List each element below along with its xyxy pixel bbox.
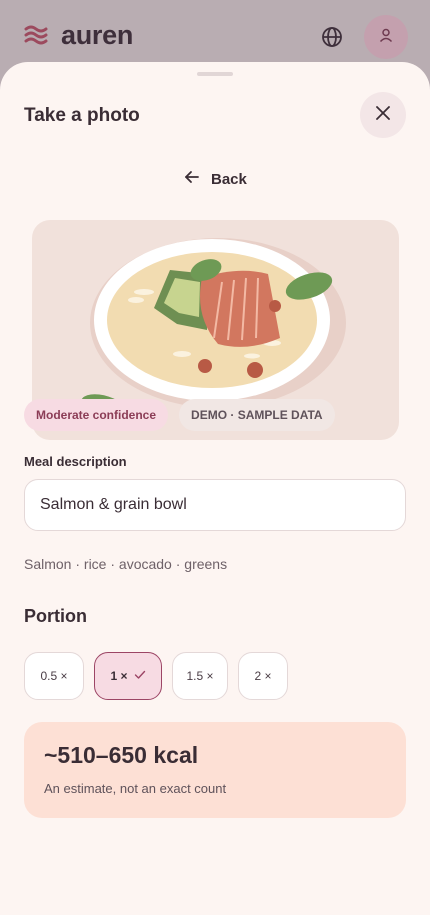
portion-option-label: 1 ×	[110, 669, 128, 683]
sheet-drag-handle[interactable]	[197, 72, 233, 76]
portion-option-0-5[interactable]: 0.5 ×	[24, 652, 84, 700]
calorie-estimate-card: ~510–650 kcal An estimate, not an exact …	[24, 722, 406, 818]
arrow-left-icon	[183, 168, 201, 190]
portion-option-label: 1.5 ×	[186, 669, 214, 683]
calorie-estimate-note: An estimate, not an exact count	[44, 781, 227, 796]
ingredients-list: Salmon · rice · avocado · greens	[24, 556, 228, 572]
portion-option-1-5[interactable]: 1.5 ×	[172, 652, 228, 700]
close-button[interactable]	[360, 92, 406, 138]
portion-option-2[interactable]: 2 ×	[238, 652, 288, 700]
brand-name: auren	[61, 20, 134, 50]
avatar-button[interactable]	[364, 15, 408, 59]
close-icon	[375, 105, 391, 126]
portion-option-1[interactable]: 1 ×	[94, 652, 162, 700]
back-button[interactable]: Back	[183, 166, 247, 192]
confidence-badge: Moderate confidence	[24, 399, 169, 431]
back-label: Back	[211, 170, 247, 188]
user-icon	[378, 27, 394, 48]
badge-row: Moderate confidence DEMO · SAMPLE DATA	[24, 399, 335, 431]
portion-selector: 0.5 × 1 × 1.5 × 2 ×	[24, 652, 288, 700]
portion-option-label: 0.5 ×	[40, 669, 68, 683]
check-icon	[134, 669, 146, 683]
portion-option-label: 2 ×	[254, 669, 272, 683]
meal-description-input[interactable]	[24, 479, 406, 531]
calorie-estimate-value: ~510–650 kcal	[44, 742, 199, 768]
globe-icon[interactable]	[319, 24, 345, 50]
demo-data-badge: DEMO · SAMPLE DATA	[179, 399, 335, 431]
sheet-title: Take a photo	[24, 105, 140, 126]
portion-title: Portion	[24, 606, 87, 626]
meal-description-label: Meal description	[24, 454, 127, 469]
waves-logo-icon	[24, 22, 50, 48]
